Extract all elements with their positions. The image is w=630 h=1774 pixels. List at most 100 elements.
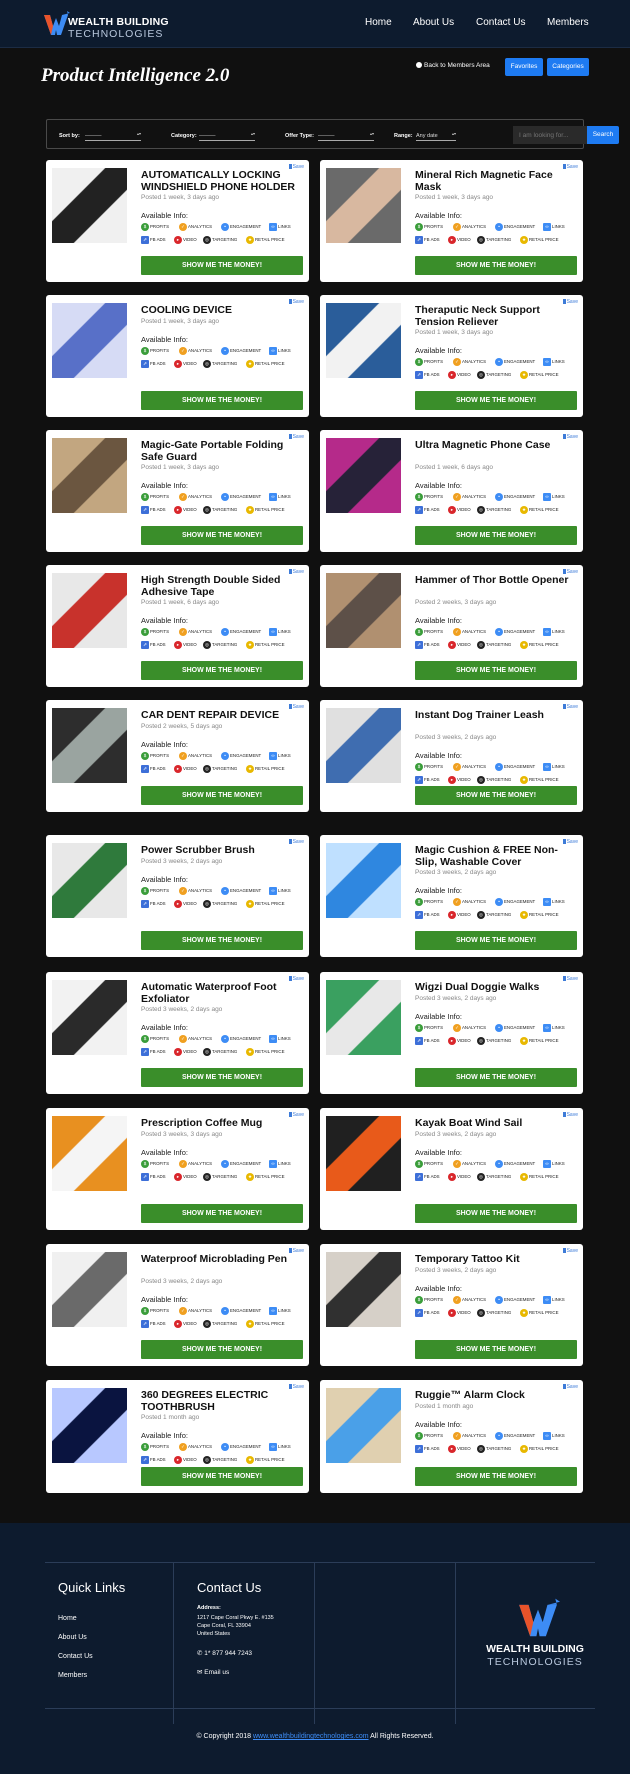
category-select[interactable]: ——— (199, 132, 255, 141)
product-image[interactable] (52, 168, 127, 243)
brand-logo[interactable]: WEALTH BUILDING TECHNOLOGIES (42, 10, 182, 40)
email-link[interactable]: ✉ Email us (197, 1669, 229, 1677)
product-title[interactable]: Mineral Rich Magnetic Face Mask (415, 169, 575, 193)
show-me-the-money-button[interactable]: SHOW ME THE MONEY! (415, 526, 577, 545)
show-me-the-money-button[interactable]: SHOW ME THE MONEY! (141, 661, 303, 680)
product-title[interactable]: Automatic Waterproof Foot Exfoliator (141, 981, 301, 1005)
product-title[interactable]: Theraputic Neck Support Tension Reliever (415, 304, 575, 328)
analytics-tag: ✓ ANALYTICS (453, 1431, 486, 1440)
product-image[interactable] (52, 573, 127, 648)
product-image[interactable] (326, 303, 401, 378)
targeting-tag: ◎ TARGETING (203, 1048, 237, 1056)
range-select[interactable]: Any date (416, 132, 456, 141)
product-title[interactable]: Power Scrubber Brush (141, 844, 301, 857)
footer-link-members[interactable]: Members (58, 1672, 87, 1679)
product-image[interactable] (52, 1252, 127, 1327)
back-to-members-link[interactable]: Back to Members Area (416, 62, 490, 69)
product-title[interactable]: Prescription Coffee Mug (141, 1117, 301, 1130)
product-title[interactable]: Magic Cushion & FREE Non-Slip, Washable … (415, 844, 575, 868)
product-title[interactable]: Temporary Tattoo Kit (415, 1253, 575, 1266)
tag-label: PROFITS (150, 629, 170, 634)
product-title[interactable]: Instant Dog Trainer Leash (415, 709, 575, 722)
product-image[interactable] (326, 843, 401, 918)
phone-number[interactable]: ✆ 1* 877 944 7243 (197, 1650, 252, 1658)
fb-ads-icon: ⇗ (141, 506, 149, 514)
show-me-the-money-button[interactable]: SHOW ME THE MONEY! (141, 786, 303, 805)
show-me-the-money-button[interactable]: SHOW ME THE MONEY! (415, 661, 577, 680)
show-me-the-money-button[interactable]: SHOW ME THE MONEY! (415, 1340, 577, 1359)
retail-price-tag: ★ RETAIL PRICE (246, 1320, 285, 1328)
show-me-the-money-button[interactable]: SHOW ME THE MONEY! (415, 786, 577, 805)
retail-price-tag: ★ RETAIL PRICE (520, 641, 559, 649)
product-title[interactable]: Kayak Boat Wind Sail (415, 1117, 575, 1130)
product-image[interactable] (326, 438, 401, 513)
nav-contact-us[interactable]: Contact Us (476, 17, 525, 28)
nav-home[interactable]: Home (365, 17, 392, 28)
show-me-the-money-button[interactable]: SHOW ME THE MONEY! (141, 391, 303, 410)
favorites-button[interactable]: Favorites (505, 58, 543, 76)
copyright-site-link[interactable]: www.wealthbuildingtechnologies.com (253, 1733, 369, 1740)
product-image[interactable] (326, 1252, 401, 1327)
fb-ads-icon: ⇗ (415, 1172, 423, 1181)
show-me-the-money-button[interactable]: SHOW ME THE MONEY! (415, 391, 577, 410)
engagement-tag: • ENGAGEMENT (221, 346, 261, 355)
show-me-the-money-button[interactable]: SHOW ME THE MONEY! (415, 1068, 577, 1087)
show-me-the-money-button[interactable]: SHOW ME THE MONEY! (141, 1068, 303, 1087)
product-image[interactable] (52, 708, 127, 783)
footer-link-home[interactable]: Home (58, 1615, 77, 1622)
product-image[interactable] (52, 303, 127, 378)
footer-link-contact-us[interactable]: Contact Us (58, 1653, 93, 1660)
product-title[interactable]: Ruggie™ Alarm Clock (415, 1389, 575, 1402)
product-title[interactable]: AUTOMATICALLY LOCKING WINDSHIELD PHONE H… (141, 169, 301, 193)
product-title[interactable]: COOLING DEVICE (141, 304, 301, 317)
product-image[interactable] (326, 168, 401, 243)
footer-link-about-us[interactable]: About Us (58, 1634, 87, 1641)
product-title[interactable]: Hammer of Thor Bottle Opener (415, 574, 575, 587)
categories-button[interactable]: Categories (547, 58, 589, 76)
show-me-the-money-button[interactable]: SHOW ME THE MONEY! (415, 256, 577, 275)
product-image[interactable] (52, 1388, 127, 1463)
nav-about-us[interactable]: About Us (413, 17, 454, 28)
product-title[interactable]: Waterproof Microblading Pen (141, 1253, 301, 1266)
show-me-the-money-button[interactable]: SHOW ME THE MONEY! (141, 1467, 303, 1486)
product-image[interactable] (52, 438, 127, 513)
product-image[interactable] (326, 708, 401, 783)
show-me-the-money-button[interactable]: SHOW ME THE MONEY! (141, 1340, 303, 1359)
show-me-the-money-button[interactable]: SHOW ME THE MONEY! (141, 931, 303, 950)
product-title[interactable]: High Strength Double Sided Adhesive Tape (141, 574, 301, 598)
tag-label: FB ADS (150, 900, 166, 906)
nav-members[interactable]: Members (547, 17, 589, 28)
show-me-the-money-button[interactable]: SHOW ME THE MONEY! (415, 931, 577, 950)
tag-label: ENGAGEMENT (504, 494, 536, 499)
tag-label: TARGETING (486, 237, 512, 242)
product-image[interactable] (326, 1116, 401, 1191)
show-me-the-money-button[interactable]: SHOW ME THE MONEY! (141, 526, 303, 545)
video-tag: ▸ VIDEO (174, 641, 197, 649)
search-input[interactable] (513, 126, 587, 144)
tag-label: TARGETING (212, 642, 238, 647)
product-title[interactable]: Magic-Gate Portable Folding Safe Guard (141, 439, 301, 463)
product-title[interactable]: CAR DENT REPAIR DEVICE (141, 709, 301, 722)
product-image[interactable] (52, 1116, 127, 1191)
product-image[interactable] (52, 980, 127, 1055)
links-icon: ∞ (269, 1035, 277, 1043)
product-image[interactable] (326, 1388, 401, 1463)
tag-label: FB ADS (150, 642, 166, 647)
profits-icon: $ (415, 493, 423, 501)
offer-type-select[interactable]: ——— (318, 132, 374, 141)
product-image[interactable] (326, 980, 401, 1055)
analytics-icon: ✓ (453, 493, 461, 501)
sort-select[interactable]: ——— (85, 132, 141, 141)
video-tag: ▸ VIDEO (448, 641, 471, 649)
show-me-the-money-button[interactable]: SHOW ME THE MONEY! (415, 1467, 577, 1486)
search-button[interactable]: Search (587, 126, 619, 144)
show-me-the-money-button[interactable]: SHOW ME THE MONEY! (141, 256, 303, 275)
video-tag: ▸ VIDEO (448, 506, 471, 514)
product-title[interactable]: Wigzi Dual Doggie Walks (415, 981, 575, 994)
show-me-the-money-button[interactable]: SHOW ME THE MONEY! (141, 1204, 303, 1223)
product-title[interactable]: Ultra Magnetic Phone Case (415, 439, 575, 452)
product-title[interactable]: 360 DEGREES ELECTRIC TOOTHBRUSH (141, 1389, 301, 1413)
product-image[interactable] (326, 573, 401, 648)
show-me-the-money-button[interactable]: SHOW ME THE MONEY! (415, 1204, 577, 1223)
product-image[interactable] (52, 843, 127, 918)
